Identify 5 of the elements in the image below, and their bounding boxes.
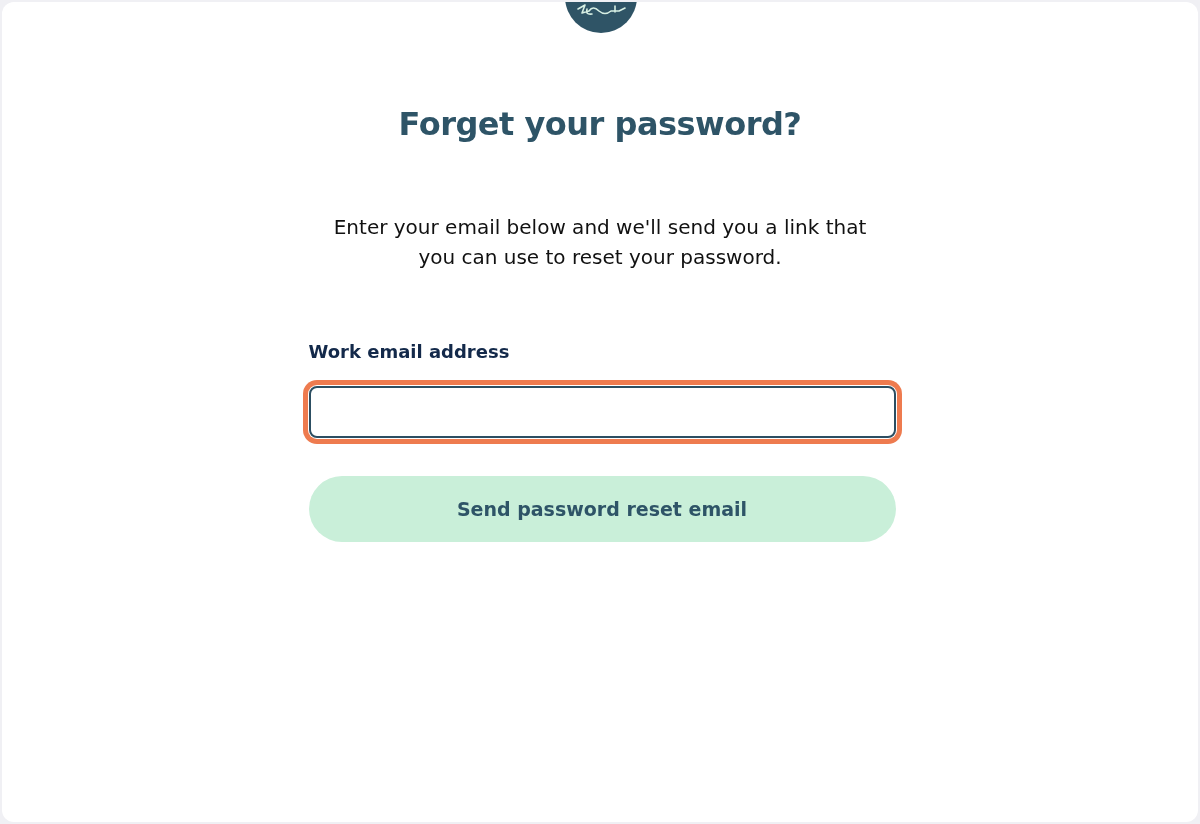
page-title: Forget your password? [398, 104, 802, 145]
description-text: Enter your email below and we'll send you a link that you can use to reset your password. [332, 214, 868, 271]
send-reset-button[interactable]: Send password reset email [308, 476, 896, 542]
field-label: Work email address [308, 340, 511, 364]
email-input-field[interactable] [308, 386, 896, 438]
